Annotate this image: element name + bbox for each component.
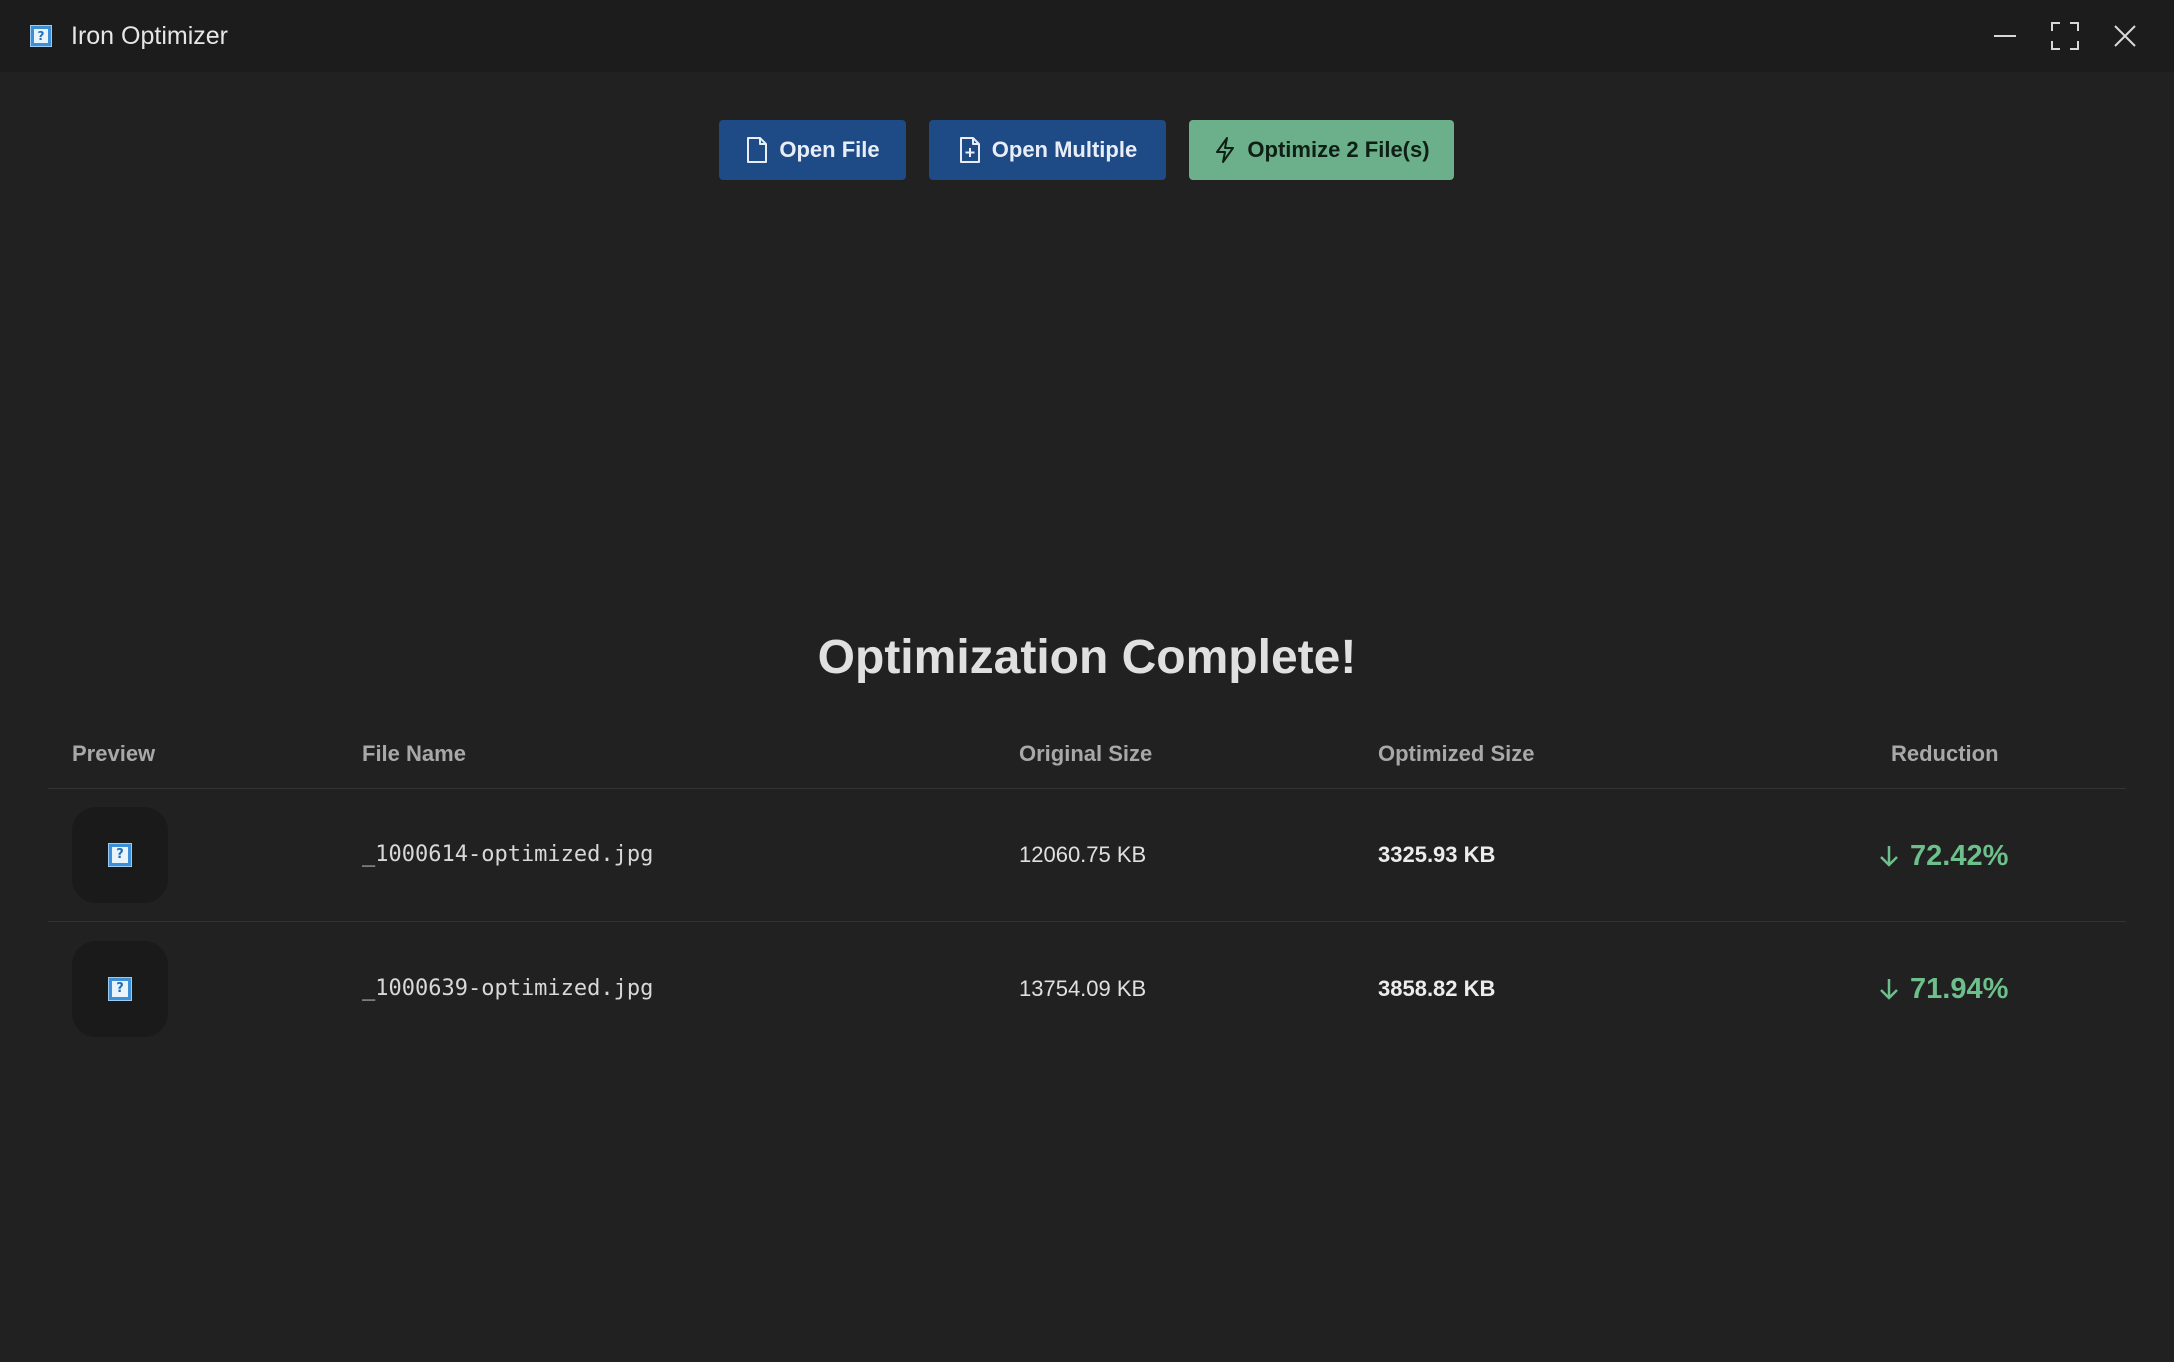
close-button[interactable] [2105,16,2145,56]
reduction-cell: 72.42% [1878,838,2008,874]
minimize-button[interactable] [1985,16,2025,56]
optimized-size-cell: 3858.82 KB [1378,976,1496,1001]
file-plus-icon [958,136,982,164]
minimize-icon [1994,35,2016,37]
close-icon [2114,25,2136,47]
page-title: Optimization Complete! [817,631,1357,684]
lightning-icon [1213,136,1237,164]
open-multiple-label: Open Multiple [991,137,1138,162]
window-title: Iron Optimizer [71,22,228,50]
file-name-cell: _1000614-optimized.jpg [362,842,654,867]
column-header-preview: Preview [72,741,156,766]
reduction-cell: 71.94% [1878,971,2008,1007]
column-header-original-size: Original Size [1019,741,1153,766]
header-divider [48,788,2126,789]
maximize-icon [2051,22,2079,50]
row-divider [48,921,2126,922]
title-bar: ? Iron Optimizer [0,0,2174,72]
optimize-label: Optimize 2 File(s) [1247,137,1430,162]
original-size-cell: 13754.09 KB [1019,976,1147,1001]
app-icon: ? [30,25,52,47]
reduction-value: 72.42% [1910,840,2009,872]
open-file-button[interactable]: Open File [719,120,906,180]
image-placeholder-icon: ? [108,977,132,1001]
arrow-down-icon [1878,977,1900,1001]
file-name-cell: _1000639-optimized.jpg [362,976,654,1001]
preview-thumbnail: ? [72,807,168,903]
optimized-size-cell: 3325.93 KB [1378,842,1496,867]
column-header-file-name: File Name [362,741,466,766]
reduction-value: 71.94% [1910,973,2009,1005]
maximize-button[interactable] [2045,16,2085,56]
file-icon [745,136,769,164]
open-file-label: Open File [779,137,880,162]
column-header-optimized-size: Optimized Size [1378,741,1535,766]
open-multiple-button[interactable]: Open Multiple [929,120,1166,180]
arrow-down-icon [1878,844,1900,868]
image-placeholder-icon: ? [108,843,132,867]
original-size-cell: 12060.75 KB [1019,842,1147,867]
optimize-button[interactable]: Optimize 2 File(s) [1189,120,1454,180]
column-header-reduction: Reduction [1891,741,1999,766]
preview-thumbnail: ? [72,941,168,1037]
